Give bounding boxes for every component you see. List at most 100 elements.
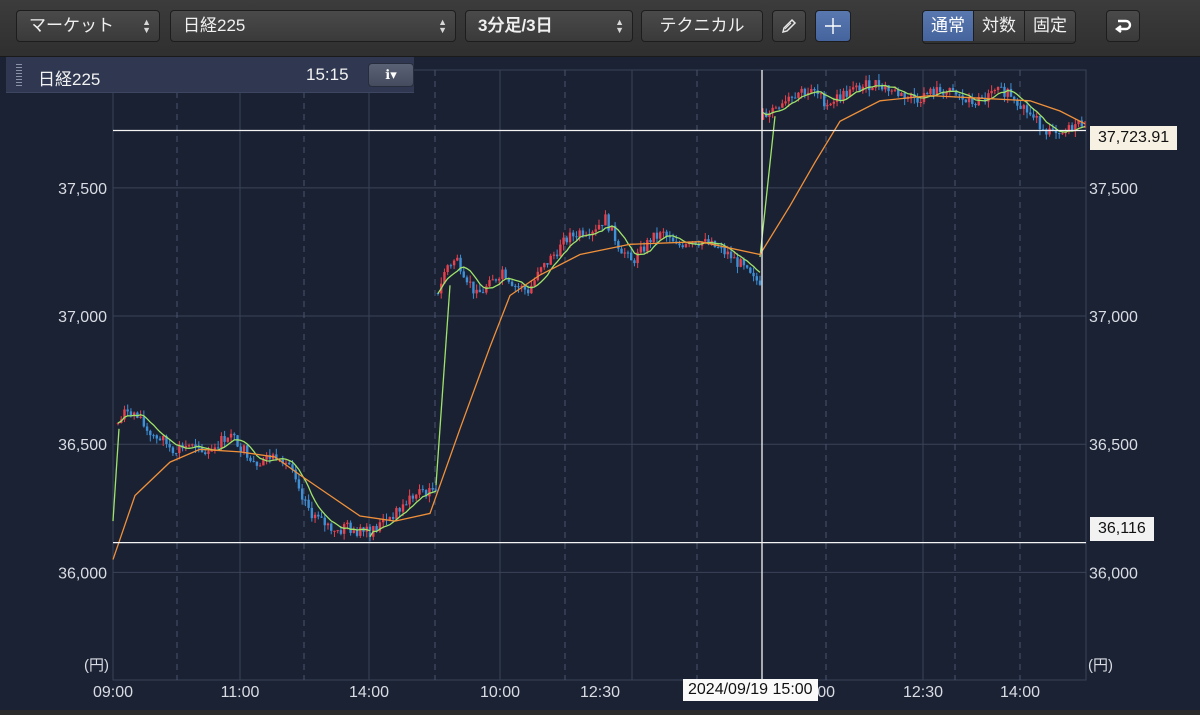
candle-body bbox=[359, 527, 362, 536]
candle-body bbox=[352, 530, 356, 533]
candle-body bbox=[868, 80, 871, 91]
candle-body bbox=[158, 438, 162, 441]
x-tick-label: 14:00 bbox=[1000, 684, 1040, 701]
candle-body bbox=[1032, 114, 1035, 118]
y-unit-label-right: (円) bbox=[1088, 657, 1113, 674]
updown-arrows-icon: ▲ ▼ bbox=[615, 17, 624, 35]
candle-body bbox=[784, 101, 787, 104]
candle-body bbox=[472, 281, 475, 294]
candle-body bbox=[449, 265, 453, 267]
candle-body bbox=[323, 517, 326, 526]
period-select[interactable]: 3分足/3日 ▲ ▼ bbox=[465, 10, 633, 42]
candle-body bbox=[720, 247, 723, 249]
candle-body bbox=[662, 231, 665, 233]
candle-body bbox=[491, 279, 494, 281]
technical-button[interactable]: テクニカル bbox=[641, 10, 763, 42]
candle-body bbox=[514, 285, 517, 287]
candle-body bbox=[1048, 128, 1051, 135]
candle-body bbox=[1022, 105, 1026, 109]
candle-body bbox=[216, 447, 220, 449]
scale-option-fixed[interactable]: 固定 bbox=[1024, 11, 1075, 41]
candle-body bbox=[434, 489, 438, 491]
candle-body bbox=[355, 530, 359, 536]
candle-body bbox=[668, 236, 672, 238]
pencil-icon bbox=[781, 18, 797, 34]
scale-segmented-control: 通常 対数 固定 bbox=[922, 10, 1076, 44]
candle-body bbox=[391, 516, 395, 519]
candle-body bbox=[601, 224, 604, 226]
candle-body bbox=[210, 450, 213, 452]
candle-body bbox=[475, 289, 478, 294]
candle-body bbox=[342, 524, 346, 534]
candle-body bbox=[649, 240, 652, 243]
candle-body bbox=[575, 236, 578, 238]
candle-body bbox=[549, 255, 552, 265]
candle-body bbox=[919, 101, 922, 103]
candle-body bbox=[307, 499, 310, 508]
candle-body bbox=[233, 433, 236, 436]
candle-body bbox=[339, 530, 343, 534]
draw-tool-button[interactable] bbox=[772, 10, 806, 42]
candle-body bbox=[620, 248, 623, 254]
candle-body bbox=[568, 232, 572, 243]
candle-body bbox=[774, 107, 778, 109]
chart-legend: 日経225 15:15 ℹ▾ bbox=[6, 57, 414, 93]
y-tick-label-right: 36,000 bbox=[1089, 565, 1138, 582]
candle-body bbox=[255, 461, 259, 466]
price-chart[interactable]: 36,000 36,000 36,500 36,500 37,000 37,000 37,5… bbox=[0, 57, 1200, 710]
candle-body bbox=[958, 94, 961, 96]
candle-body bbox=[1009, 88, 1013, 97]
crosshair-button[interactable] bbox=[815, 10, 851, 42]
crosshair-date-tag: 2024/09/19 15:00 bbox=[683, 679, 818, 701]
candle-body bbox=[745, 265, 749, 268]
period-select-label: 3分足/3日 bbox=[478, 16, 553, 35]
candle-body bbox=[572, 232, 575, 237]
candle-body bbox=[333, 530, 336, 532]
candle-body bbox=[555, 254, 559, 257]
drag-handle-icon[interactable] bbox=[16, 64, 22, 86]
candle-body bbox=[418, 489, 421, 495]
index-select[interactable]: 日経225 ▲ ▼ bbox=[170, 10, 456, 42]
candle-body bbox=[739, 259, 742, 267]
legend-time: 15:15 bbox=[306, 65, 349, 84]
y-tick-label-left: 36,500 bbox=[58, 437, 107, 454]
toolbar: マーケット ▲ ▼ 日経225 ▲ ▼ 3分足/3日 ▲ ▼ テクニカル 通常 対数 … bbox=[0, 0, 1200, 57]
candle-body bbox=[858, 85, 861, 91]
candle-body bbox=[465, 277, 469, 283]
candle-body bbox=[658, 232, 662, 239]
candle-body bbox=[993, 89, 997, 91]
info-dropdown-button[interactable]: ℹ▾ bbox=[368, 63, 414, 87]
candle-body bbox=[926, 93, 929, 95]
candle-body bbox=[642, 246, 646, 252]
candle-body bbox=[871, 87, 874, 91]
chart-area[interactable]: 36,000 36,000 36,500 36,500 37,000 37,000 37,5… bbox=[0, 57, 1200, 710]
candle-body bbox=[897, 89, 900, 96]
candle-body bbox=[126, 409, 129, 412]
candle-body bbox=[916, 97, 919, 103]
undo-button[interactable] bbox=[1106, 10, 1140, 42]
candle-body bbox=[749, 267, 752, 273]
high-price-tag: 37,723.91 bbox=[1090, 126, 1178, 150]
candle-body bbox=[932, 88, 935, 96]
candle-body bbox=[810, 89, 813, 93]
market-select[interactable]: マーケット ▲ ▼ bbox=[16, 10, 160, 42]
market-select-label: マーケット bbox=[29, 16, 114, 35]
candle-body bbox=[938, 87, 942, 93]
candle-body bbox=[149, 430, 152, 436]
candle-body bbox=[191, 444, 194, 446]
candle-body bbox=[300, 488, 304, 500]
candle-body bbox=[800, 88, 803, 93]
scale-option-log[interactable]: 対数 bbox=[973, 11, 1024, 41]
info-icon: ℹ▾ bbox=[385, 67, 397, 82]
candle-body bbox=[428, 488, 431, 497]
y-tick-label-right: 37,500 bbox=[1089, 181, 1138, 198]
candle-body bbox=[604, 214, 607, 226]
candle-body bbox=[594, 229, 597, 232]
candle-body bbox=[336, 530, 339, 532]
candle-body bbox=[736, 257, 739, 267]
candle-body bbox=[678, 243, 681, 246]
x-tick-label: 10:00 bbox=[480, 684, 520, 701]
candle-body bbox=[478, 289, 482, 293]
candle-body bbox=[1025, 105, 1029, 113]
scale-option-normal[interactable]: 通常 bbox=[923, 11, 973, 41]
